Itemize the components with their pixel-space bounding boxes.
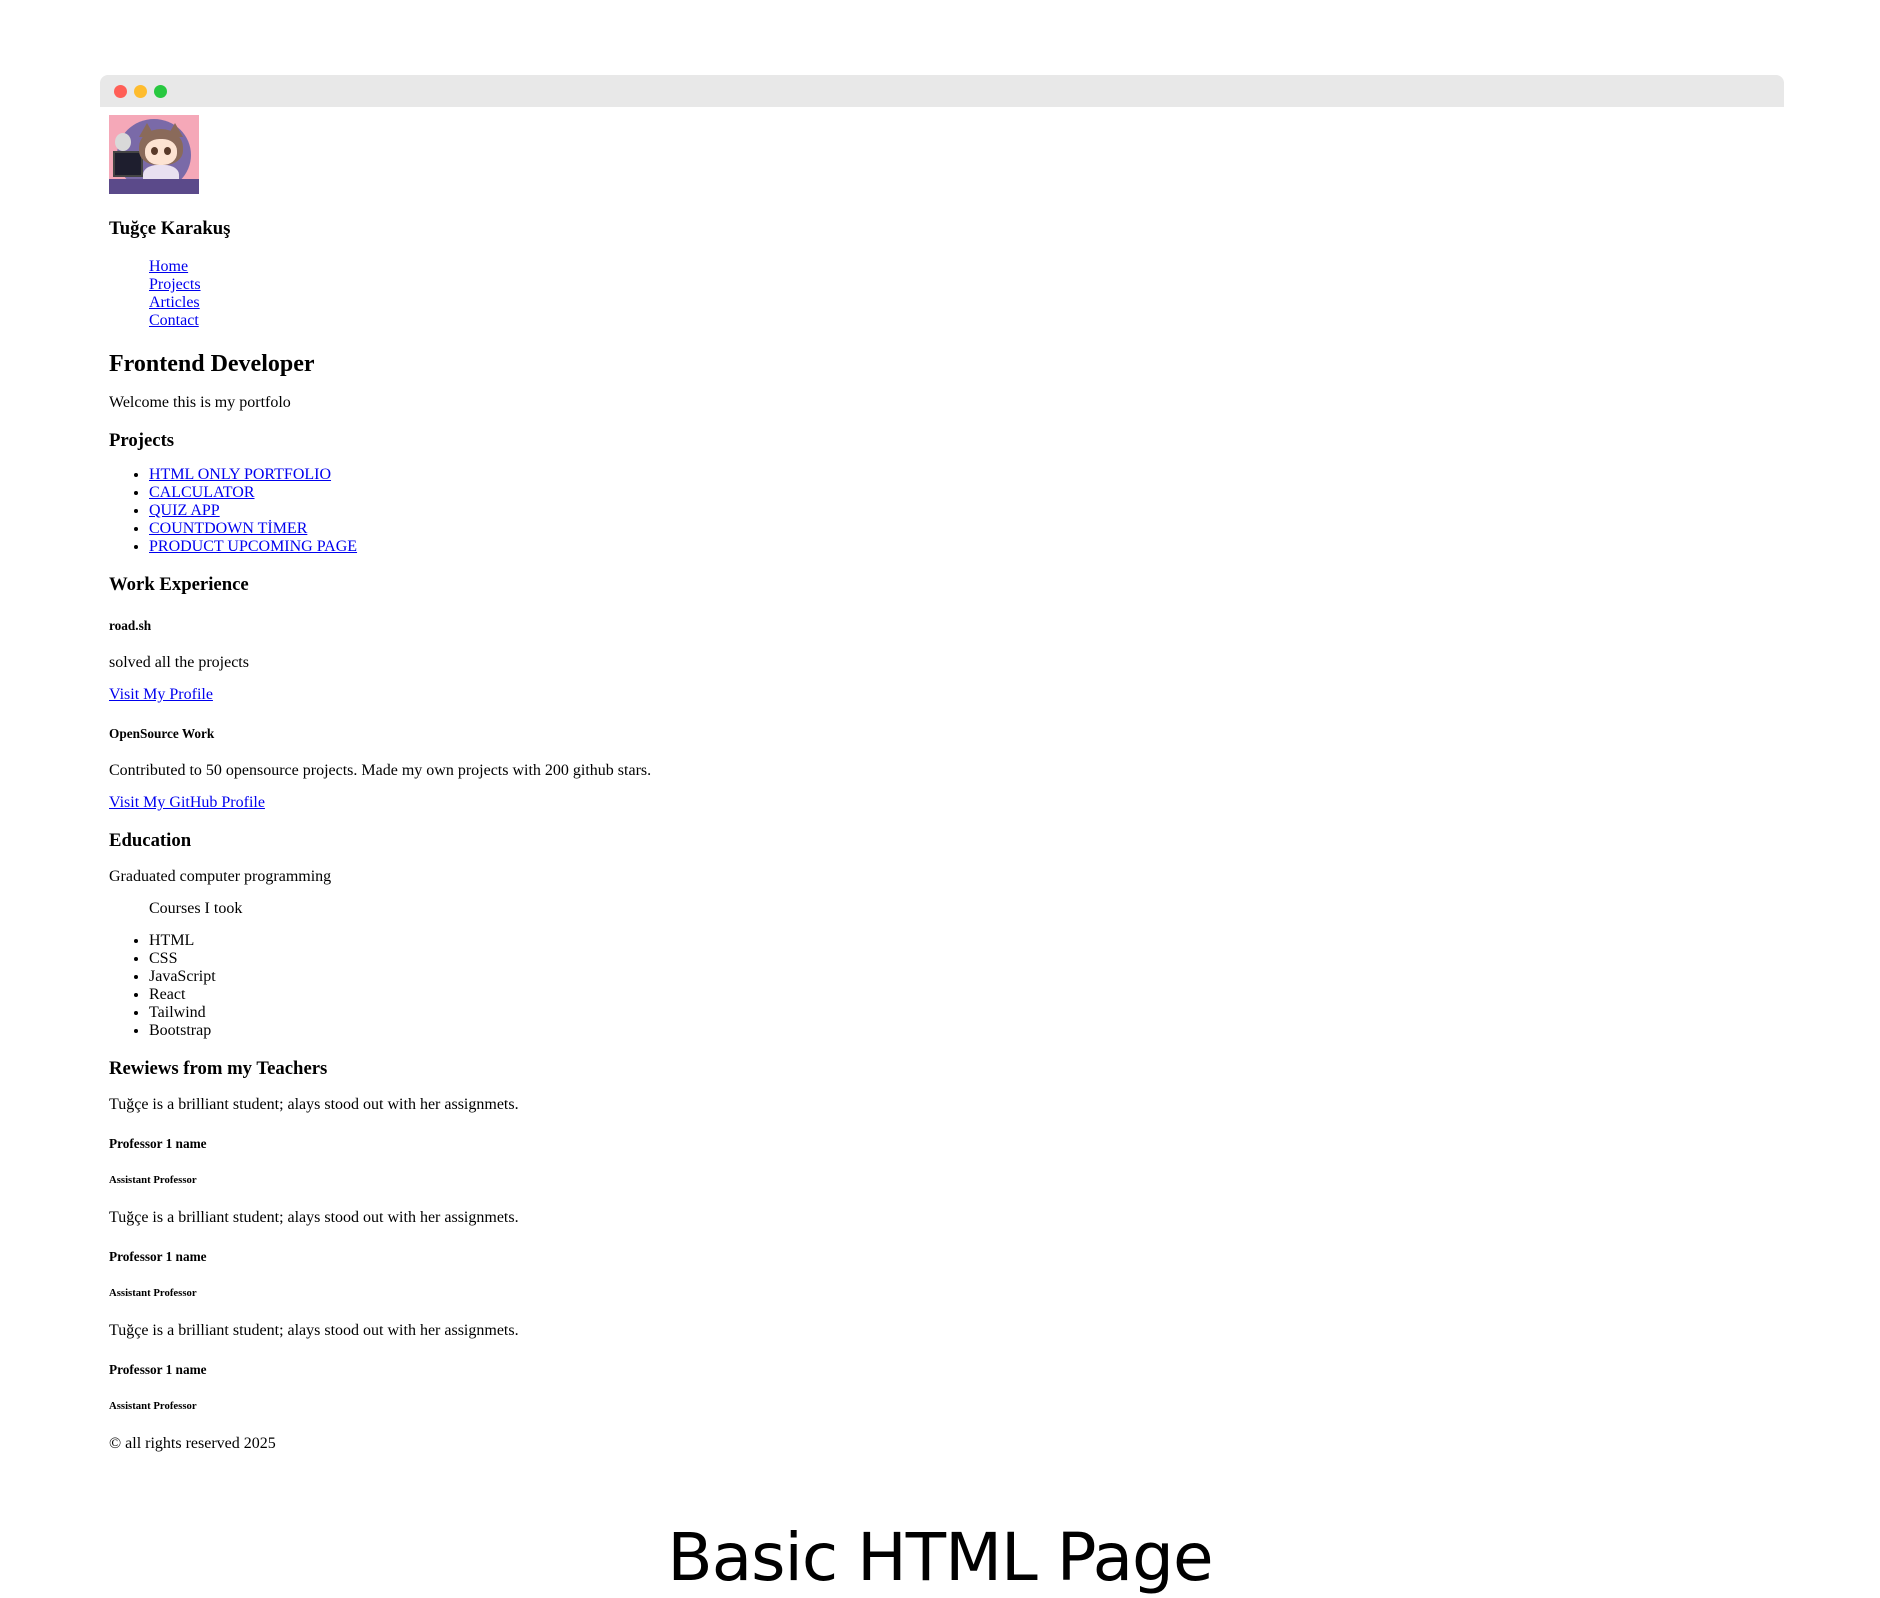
projects-list: HTML ONLY PORTFOLIO CALCULATOR QUIZ APP …: [109, 466, 1769, 556]
list-item: COUNTDOWN TİMER: [149, 520, 1769, 538]
footer-copyright: © all rights reserved 2025: [109, 1435, 276, 1452]
minimize-window-icon[interactable]: [134, 85, 147, 98]
courses-list: HTML CSS JavaScript React Tailwind Boots…: [109, 932, 1769, 1040]
projects-heading: Projects: [109, 430, 175, 451]
browser-window: Tuğçe Karakuş Home Projects Articles Con…: [100, 75, 1784, 1515]
education-heading: Education: [109, 830, 192, 851]
project-link[interactable]: COUNTDOWN TİMER: [149, 520, 307, 537]
reviewer-name: Professor 1 name: [109, 1249, 207, 1264]
project-link[interactable]: PRODUCT UPCOMING PAGE: [149, 538, 357, 555]
reviewer-role: Assistant Professor: [109, 1400, 197, 1412]
list-item: HTML ONLY PORTFOLIO: [149, 466, 1769, 484]
reviewer-name: Professor 1 name: [109, 1362, 207, 1377]
main-nav: Home Projects Articles Contact: [109, 258, 1769, 330]
page-title: Frontend Developer: [109, 351, 315, 377]
reviewer-role: Assistant Professor: [109, 1287, 197, 1299]
list-item: JavaScript: [149, 968, 1769, 986]
reviewer-name: Professor 1 name: [109, 1136, 207, 1151]
job-description: solved all the projects: [109, 654, 249, 671]
job-description: Contributed to 50 opensource projects. M…: [109, 762, 652, 779]
review-quote: Tuğçe is a brilliant student; alays stoo…: [109, 1209, 519, 1226]
review-quote: Tuğçe is a brilliant student; alays stoo…: [109, 1322, 519, 1339]
list-item: PRODUCT UPCOMING PAGE: [149, 538, 1769, 556]
nav-link-projects[interactable]: Projects: [149, 276, 201, 293]
visit-github-link[interactable]: Visit My GitHub Profile: [109, 794, 265, 811]
avatar-image: [109, 115, 199, 194]
visit-profile-link[interactable]: Visit My Profile: [109, 686, 213, 703]
review-quote: Tuğçe is a brilliant student; alays stoo…: [109, 1096, 519, 1113]
nav-link-home[interactable]: Home: [149, 258, 188, 275]
list-item: QUIZ APP: [149, 502, 1769, 520]
welcome-text: Welcome this is my portfolo: [109, 394, 291, 411]
image-caption: Basic HTML Page: [667, 1519, 1213, 1596]
reviewer-role: Assistant Professor: [109, 1174, 197, 1186]
list-item: React: [149, 986, 1769, 1004]
nav-link-contact[interactable]: Contact: [149, 312, 199, 329]
list-item: Bootstrap: [149, 1022, 1769, 1040]
work-heading: Work Experience: [109, 574, 249, 595]
profile-name: Tuğçe Karakuş: [109, 218, 231, 239]
project-link[interactable]: QUIZ APP: [149, 502, 220, 519]
list-item: CALCULATOR: [149, 484, 1769, 502]
window-titlebar: [100, 75, 1784, 107]
courses-label: Courses I took: [149, 900, 243, 917]
list-item: CSS: [149, 950, 1769, 968]
list-item: Tailwind: [149, 1004, 1769, 1022]
project-link[interactable]: CALCULATOR: [149, 484, 255, 501]
job-title: OpenSource Work: [109, 726, 215, 741]
reviews-heading: Rewiews from my Teachers: [109, 1058, 328, 1079]
education-text: Graduated computer programming: [109, 868, 332, 885]
project-link[interactable]: HTML ONLY PORTFOLIO: [149, 466, 331, 483]
list-item: HTML: [149, 932, 1769, 950]
job-title: road.sh: [109, 618, 152, 633]
nav-link-articles[interactable]: Articles: [149, 294, 200, 311]
maximize-window-icon[interactable]: [154, 85, 167, 98]
close-window-icon[interactable]: [114, 85, 127, 98]
page-content: Tuğçe Karakuş Home Projects Articles Con…: [109, 115, 1769, 1453]
